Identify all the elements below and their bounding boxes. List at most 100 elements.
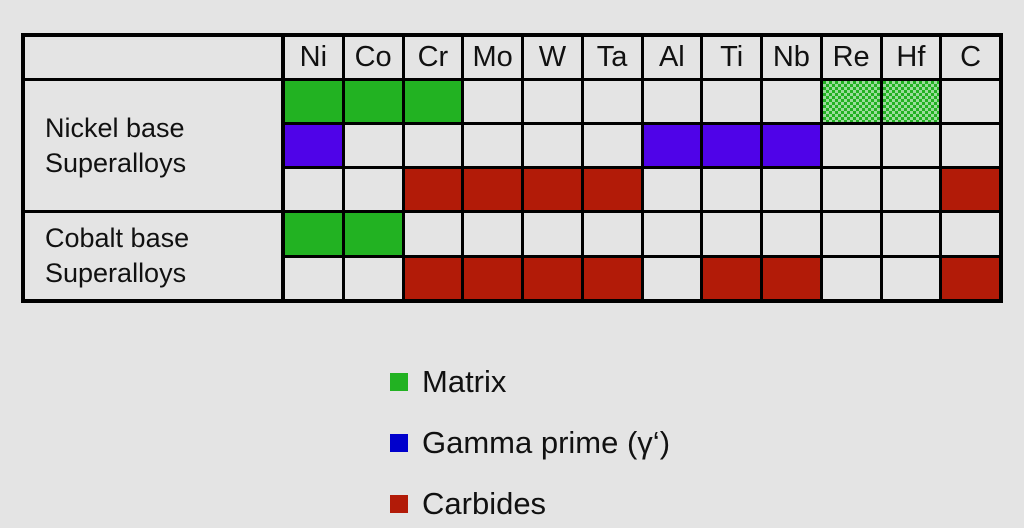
cell-nickel-matrix-al <box>643 81 704 126</box>
cell-nickel-carbides-re <box>822 169 883 211</box>
cell-cobalt-matrix-nb <box>763 213 823 258</box>
table-row-cobalt-carbides <box>285 257 999 299</box>
cell-cobalt-carbides-ti <box>703 257 763 299</box>
cell-nickel-matrix-re <box>822 81 883 126</box>
alloy-composition-table: Ni Co Cr Mo W Ta Al Ti Nb Re Hf C Nickel… <box>21 33 1003 303</box>
cell-nickel-gammaprime-cr <box>404 125 465 170</box>
table-row-nickel-carbides <box>285 169 999 211</box>
column-header-co: Co <box>344 37 405 81</box>
cell-cobalt-carbides-mo <box>464 257 524 299</box>
alloy-group-cobalt-base: Cobalt base Superalloys <box>25 213 999 299</box>
cell-nickel-carbides-mo <box>464 169 524 211</box>
cell-cobalt-matrix-w <box>524 213 584 258</box>
legend-label-gamma-prime: Gamma prime (γ‘) <box>422 425 671 460</box>
cell-nickel-gammaprime-re <box>822 125 883 170</box>
cell-nickel-gammaprime-ta <box>583 125 644 170</box>
row-label-nickel-base-line1: Nickel base <box>45 112 185 143</box>
alloy-group-nickel-base: Nickel base Superalloys <box>25 81 999 214</box>
cell-cobalt-carbides-al <box>643 257 704 299</box>
column-header-ti: Ti <box>703 37 763 81</box>
table-row-nickel-gamma-prime <box>285 125 999 170</box>
cell-nickel-matrix-ni <box>285 81 345 126</box>
cell-nickel-carbides-w <box>524 169 584 211</box>
legend-label-matrix: Matrix <box>422 364 507 399</box>
column-header-nb: Nb <box>763 37 823 81</box>
legend-item-gamma-prime: Gamma prime (γ‘) <box>390 427 670 458</box>
cell-nickel-carbides-ta <box>583 169 644 211</box>
legend-swatch-carbides-icon <box>390 494 408 513</box>
cell-cobalt-carbides-nb <box>763 257 823 299</box>
cell-cobalt-matrix-mo <box>464 213 524 258</box>
cell-nickel-gammaprime-co <box>344 125 405 170</box>
legend-swatch-matrix-icon <box>390 372 408 391</box>
cell-cobalt-carbides-cr <box>404 257 465 299</box>
cell-cobalt-carbides-ta <box>583 257 644 299</box>
table-row-nickel-matrix <box>285 81 999 126</box>
cell-nickel-matrix-w <box>524 81 584 126</box>
cell-nickel-gammaprime-hf <box>882 125 943 170</box>
legend-label-carbides: Carbides <box>422 486 547 521</box>
cell-nickel-carbides-ni <box>285 169 345 211</box>
row-label-cobalt-base-line1: Cobalt base <box>45 223 190 253</box>
legend-swatch-gamma-prime-icon <box>390 433 408 452</box>
alloy-group-cobalt-base-rows <box>285 213 999 299</box>
column-header-hf: Hf <box>882 37 943 81</box>
cell-nickel-gammaprime-mo <box>464 125 524 170</box>
cell-nickel-carbides-c <box>942 169 999 211</box>
cell-cobalt-matrix-ni <box>285 213 345 258</box>
cell-nickel-carbides-al <box>643 169 704 211</box>
cell-cobalt-matrix-c <box>942 213 999 258</box>
cell-nickel-carbides-nb <box>763 169 823 211</box>
table-row-cobalt-matrix <box>285 213 999 258</box>
cell-nickel-matrix-hf <box>882 81 943 126</box>
cell-nickel-carbides-co <box>344 169 405 211</box>
column-header-ta: Ta <box>583 37 644 81</box>
table-header-row: Ni Co Cr Mo W Ta Al Ti Nb Re Hf C <box>25 37 999 81</box>
row-label-nickel-base-line2: Superalloys <box>45 147 187 178</box>
cell-nickel-carbides-hf <box>882 169 943 211</box>
table-corner-cell <box>25 37 285 81</box>
cell-nickel-matrix-ti <box>703 81 763 126</box>
column-header-mo: Mo <box>464 37 524 81</box>
column-header-c: C <box>942 37 999 81</box>
column-header-cr: Cr <box>404 37 465 81</box>
cell-cobalt-carbides-ni <box>285 257 345 299</box>
cell-cobalt-carbides-w <box>524 257 584 299</box>
row-label-cobalt-base-line2: Superalloys <box>45 258 187 289</box>
row-label-cobalt-base: Cobalt base Superalloys <box>25 213 285 299</box>
cell-nickel-gammaprime-ni <box>285 125 345 170</box>
cell-cobalt-carbides-c <box>942 257 999 299</box>
column-header-cells: Ni Co Cr Mo W Ta Al Ti Nb Re Hf C <box>285 37 999 81</box>
cell-cobalt-carbides-co <box>344 257 405 299</box>
cell-nickel-gammaprime-al <box>643 125 704 170</box>
cell-nickel-matrix-mo <box>464 81 524 126</box>
cell-nickel-matrix-ta <box>583 81 644 126</box>
column-header-al: Al <box>643 37 704 81</box>
cell-cobalt-matrix-ta <box>583 213 644 258</box>
row-label-nickel-base: Nickel base Superalloys <box>25 81 285 211</box>
cell-nickel-matrix-c <box>942 81 999 126</box>
cell-nickel-gammaprime-ti <box>703 125 763 170</box>
cell-nickel-carbides-cr <box>404 169 465 211</box>
column-header-ni: Ni <box>285 37 345 81</box>
cell-cobalt-matrix-ti <box>703 213 763 258</box>
legend-item-carbides: Carbides <box>390 488 670 519</box>
cell-nickel-matrix-nb <box>763 81 823 126</box>
column-header-re: Re <box>822 37 883 81</box>
cell-nickel-gammaprime-nb <box>763 125 823 170</box>
cell-cobalt-matrix-co <box>344 213 405 258</box>
cell-nickel-gammaprime-w <box>524 125 584 170</box>
cell-cobalt-matrix-cr <box>404 213 465 258</box>
legend: Matrix Gamma prime (γ‘) Carbides <box>390 366 670 519</box>
cell-cobalt-carbides-re <box>822 257 883 299</box>
cell-nickel-matrix-co <box>344 81 405 126</box>
cell-nickel-matrix-cr <box>404 81 465 126</box>
cell-cobalt-matrix-re <box>822 213 883 258</box>
cell-cobalt-matrix-hf <box>882 213 943 258</box>
column-header-w: W <box>524 37 584 81</box>
alloy-group-nickel-base-rows <box>285 81 999 211</box>
legend-item-matrix: Matrix <box>390 366 670 397</box>
cell-cobalt-carbides-hf <box>882 257 943 299</box>
cell-nickel-carbides-ti <box>703 169 763 211</box>
cell-nickel-gammaprime-c <box>942 125 999 170</box>
